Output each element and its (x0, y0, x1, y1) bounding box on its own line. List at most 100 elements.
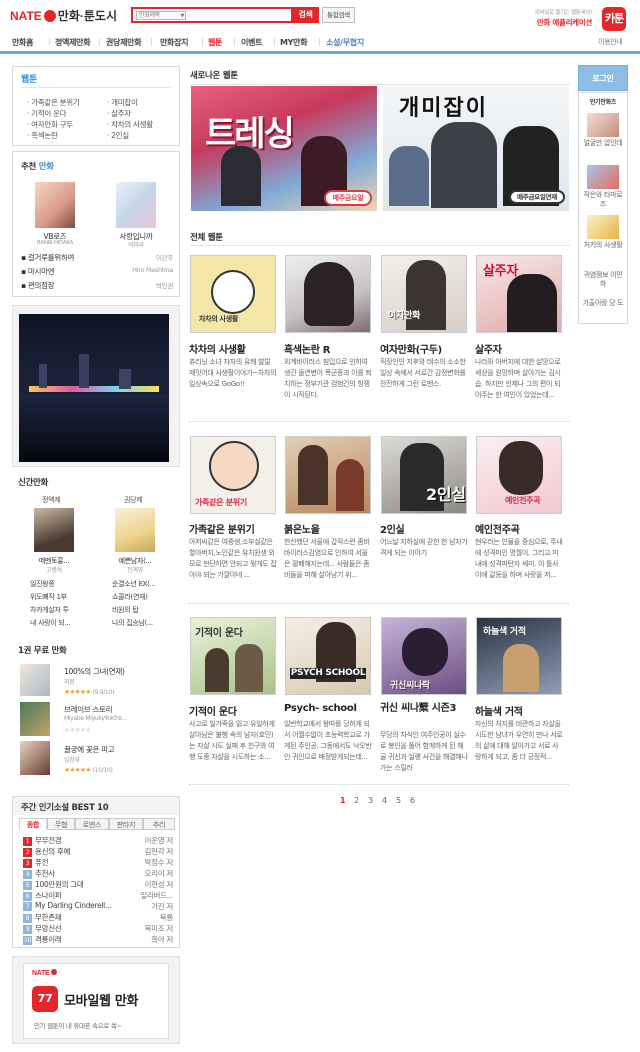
nate-logo[interactable]: NATE 만화·툰도시 (10, 7, 117, 24)
new-book-link[interactable]: 순결소년 EX(... (112, 579, 155, 589)
gnb-item-perbook[interactable]: 권당제만화 (106, 37, 142, 48)
webtoon-title[interactable]: 2인실 (380, 521, 405, 536)
ad-banner[interactable] (12, 305, 180, 467)
webtoon-menu-title[interactable]: 웹툰 (21, 72, 37, 85)
rank-item[interactable]: 2 용신의 후예 (23, 846, 70, 857)
book-cover-image[interactable] (34, 508, 74, 552)
rank-item[interactable]: 3 퓨전 (23, 857, 49, 868)
new-book-link[interactable]: 일진왕쫑 (30, 579, 55, 589)
webtoon-thumb[interactable]: 여자만화 (381, 255, 467, 333)
webtoon-title[interactable]: 가족같은 분위기 (189, 521, 255, 536)
tab-fantasy[interactable]: 판타지 (109, 818, 143, 830)
webtoon-title[interactable]: Psych- school (284, 703, 357, 714)
rank-item[interactable]: 1 무무전경 (23, 835, 62, 846)
rank-item[interactable]: 8 무한존재 (23, 912, 62, 923)
popular-item-label[interactable]: 처키의 사생활 (581, 241, 625, 250)
book-cover-image[interactable] (116, 182, 156, 228)
book-cover-image[interactable] (115, 508, 155, 552)
webtoon-thumb[interactable]: 살주자 (476, 255, 562, 333)
popular-item-label[interactable]: 가출이랑 당 도 (581, 299, 625, 308)
banner-toresing[interactable]: 트레싱 매주금요일 (191, 86, 377, 211)
webtoon-title[interactable]: 기적이 운다 (189, 703, 237, 718)
recommend-item[interactable]: ▪ 편의점장 (21, 280, 54, 291)
book-cover-image[interactable] (20, 664, 50, 696)
page-link[interactable]: 5 (396, 796, 401, 805)
tab-martial[interactable]: 무협 (47, 818, 75, 830)
rank-item[interactable]: 5 100만원의 그대 (23, 879, 84, 890)
webtoon-thumb[interactable] (285, 436, 371, 514)
webtoon-menu-item[interactable]: · 가족같은 분위기 (27, 97, 80, 108)
page-link[interactable]: 3 (368, 796, 373, 805)
page-link-current[interactable]: 1 (340, 796, 346, 805)
login-button[interactable]: 로그인 (579, 73, 627, 84)
gnb-item-magazine[interactable]: 만화잡지 (160, 37, 189, 48)
webtoon-thumb[interactable]: 2인실 (381, 436, 467, 514)
app-icon[interactable]: 카툰 (602, 7, 626, 31)
webtoon-menu-item[interactable]: · 흑색논란 (27, 130, 58, 141)
popular-item-label[interactable]: 귀염쟁보 이민하 (581, 271, 625, 289)
webtoon-menu-item[interactable]: · 개미잡이 (107, 97, 138, 108)
webtoon-title[interactable]: 살주자 (475, 341, 502, 356)
popular-thumb[interactable] (587, 165, 619, 189)
book-cover-image[interactable] (20, 741, 50, 775)
webtoon-title[interactable]: 흑색논란 R (284, 341, 330, 356)
book-cover-image[interactable] (20, 702, 50, 736)
book-cover-image[interactable] (35, 182, 75, 228)
webtoon-title[interactable]: 귀신 씨나櫱 시즌3 (380, 703, 470, 715)
rank-item[interactable]: 9 무앙신선 (23, 923, 62, 934)
popular-thumb[interactable] (587, 215, 619, 239)
popular-thumb[interactable] (587, 113, 619, 137)
unified-search-button[interactable]: 통합검색 (322, 7, 355, 23)
webtoon-thumb[interactable]: 차차의 사생활 (190, 255, 276, 333)
new-book-link[interactable]: 나의 집승남(... (112, 618, 153, 628)
search-button[interactable]: 검색 (292, 7, 319, 23)
webtoon-thumb[interactable]: 기적이 운다 (190, 617, 276, 695)
webtoon-menu-item[interactable]: · 여자만화 구두 (27, 119, 73, 130)
gnb-item-webtoon[interactable]: 웹툰 (208, 37, 222, 48)
new-book-link[interactable]: 비원의 탑 (112, 605, 139, 615)
tab-romance[interactable]: 로맨스 (75, 818, 109, 830)
rank-item[interactable]: 4 추천사 (23, 868, 55, 879)
gnb-item-home[interactable]: 만화홈 (12, 37, 33, 48)
webtoon-menu-item[interactable]: · 차차의 사생활 (107, 119, 153, 130)
new-book-link[interactable]: 내 사랑이 되... (30, 618, 70, 628)
webtoon-menu-item[interactable]: · 살주자 (107, 108, 131, 119)
gnb-item-flatrate[interactable]: 정액제만화 (55, 37, 91, 48)
gnb-item-mymanhwa[interactable]: MY만화 (280, 37, 308, 48)
app-promo-line2[interactable]: 만화 애플리케이션 (537, 17, 592, 28)
search-input[interactable] (191, 10, 289, 21)
webtoon-title[interactable]: 예인전주곡 (475, 521, 520, 536)
webtoon-title[interactable]: 하늘색 거적 (475, 703, 523, 718)
banner-gaemijabi[interactable]: 개미잡이 매주금요일연재 (383, 86, 569, 211)
page-link[interactable]: 2 (354, 796, 359, 805)
tab-mystery[interactable]: 추리 (143, 818, 175, 830)
webtoon-thumb[interactable]: 가족같은 분위기 (190, 436, 276, 514)
rank-item[interactable]: 6 스나이퍼 (23, 890, 62, 901)
gnb-item-novel[interactable]: 소설/무협지 (326, 37, 364, 48)
book-title[interactable]: 브레이브 스토리 (64, 704, 112, 715)
page-link[interactable]: 6 (410, 796, 415, 805)
popular-item-label[interactable]: 얼굴만 압인데 (581, 139, 625, 148)
book-title[interactable]: 100%의 그녀(연재) (64, 666, 125, 677)
recommend-item[interactable]: ▪ 걸거루를위하여 (21, 252, 74, 263)
gnb-item-event[interactable]: 이벤트 (241, 37, 262, 48)
tab-all[interactable]: 종합 (19, 818, 47, 830)
new-book-link[interactable]: 쇼콜라(연재) (112, 592, 148, 602)
gnb-help-link[interactable]: 이용안내 (598, 37, 623, 47)
webtoon-title[interactable]: 차차의 사생활 (189, 341, 246, 356)
webtoon-title[interactable]: 여자만화(구두) (380, 341, 442, 356)
webtoon-thumb[interactable]: 예인전주곡 (476, 436, 562, 514)
webtoon-menu-item[interactable]: · 기적이 운다 (27, 108, 67, 119)
recommend-item[interactable]: ▪ 마시마엔 (21, 266, 54, 277)
rank-item[interactable]: 7 My Darling Cinderell... (23, 901, 112, 911)
new-book-link[interactable]: 위도뼈작 1부 (30, 592, 67, 602)
webtoon-title[interactable]: 붉은노을 (284, 521, 320, 536)
new-book-link[interactable]: 차카게살자 투 (30, 605, 69, 615)
page-link[interactable]: 4 (382, 796, 387, 805)
webtoon-thumb[interactable]: 하늘색 거적 (476, 617, 562, 695)
rank-item[interactable]: 10 격룡이래 (23, 934, 62, 945)
popular-item-label[interactable]: 작은와 타마로즈 (581, 191, 625, 209)
book-title[interactable]: 꿀궁에 꽃은 피고 (64, 744, 114, 755)
webtoon-thumb[interactable]: 귀신씨나락 (381, 617, 467, 695)
webtoon-thumb[interactable] (285, 255, 371, 333)
